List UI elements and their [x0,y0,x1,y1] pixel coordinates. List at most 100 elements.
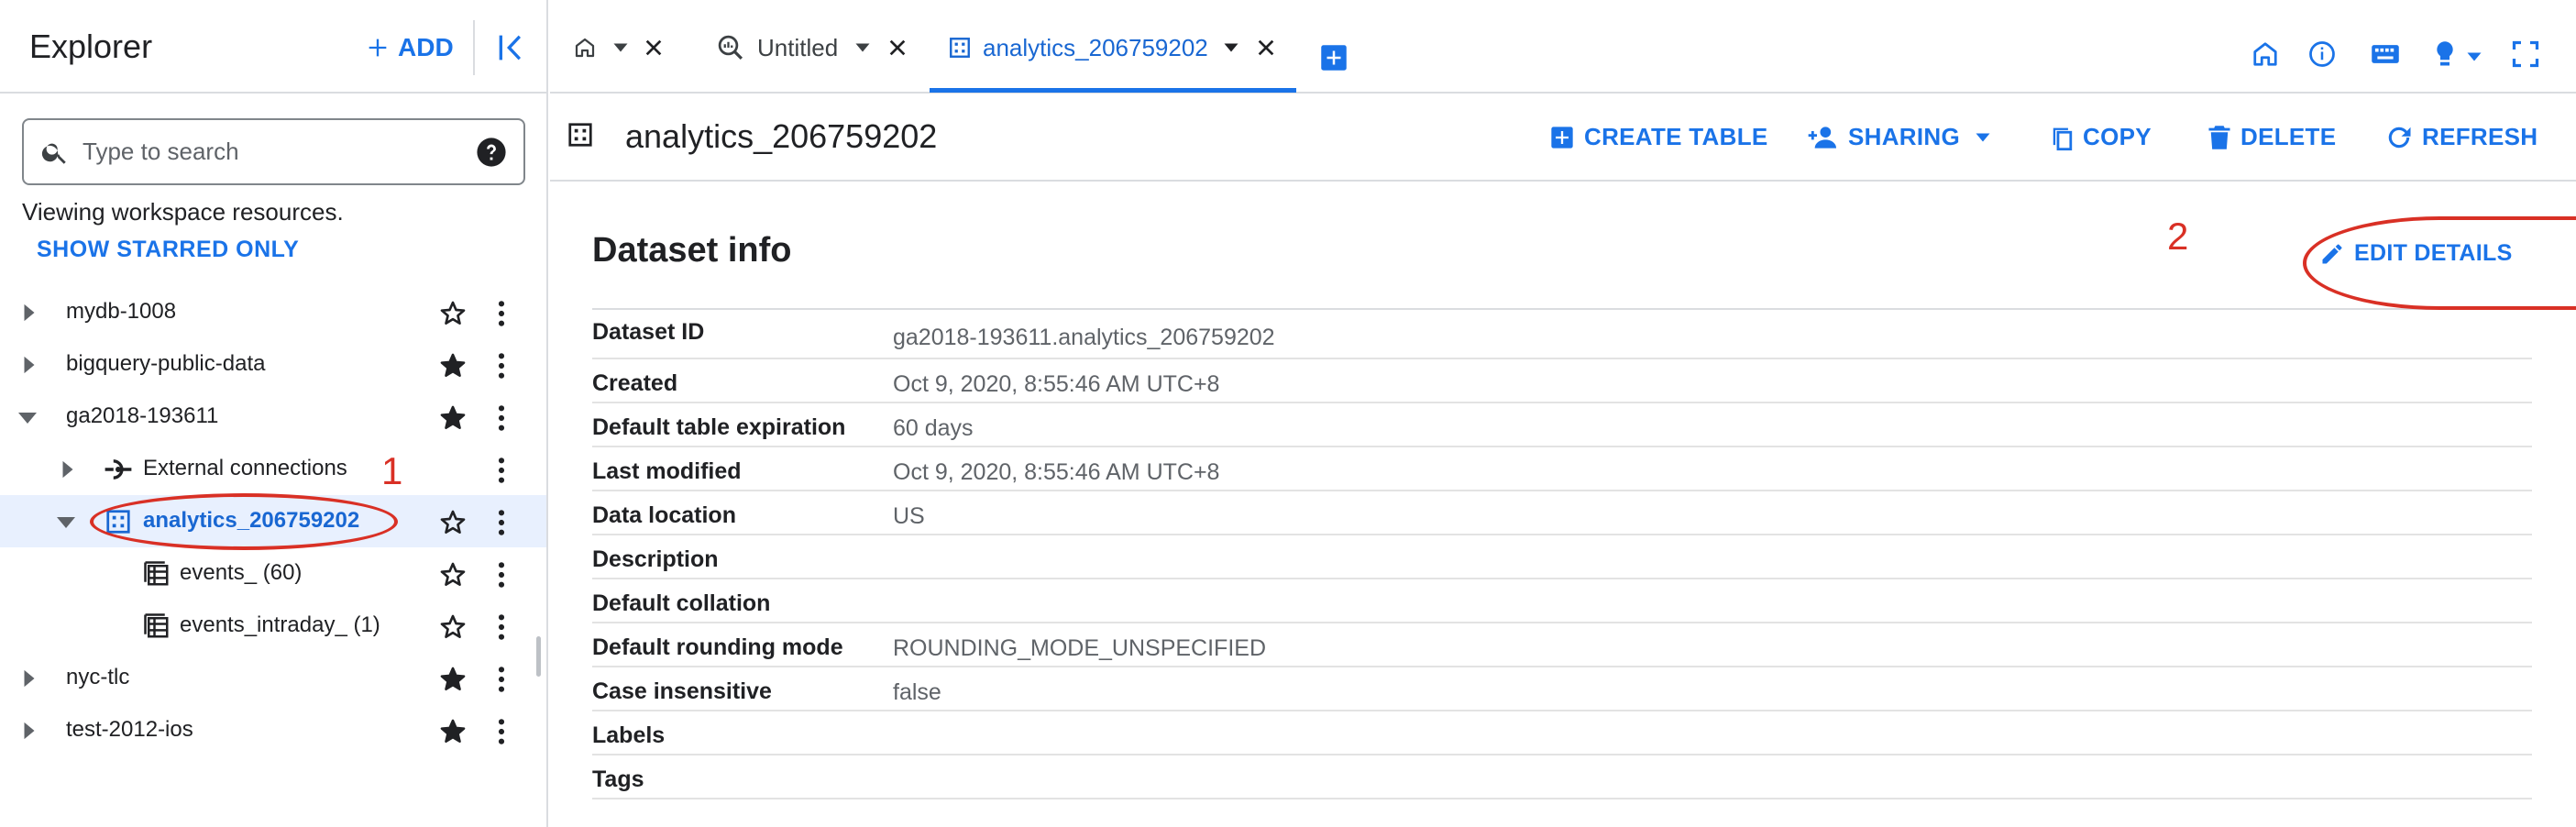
home-icon [575,38,595,58]
caret-down-icon[interactable] [55,515,77,530]
info-icon[interactable] [2308,40,2336,68]
info-row-case-insensitive: Case insensitive false [592,667,2532,711]
copy-button[interactable]: COPY [2050,123,2152,151]
resource-tree: mydb-1008 bigquery-public-data ga2018-19… [0,286,546,756]
dataset-name: analytics_206759202 [625,117,938,155]
connection-icon [105,459,132,480]
panel-scrollbar[interactable] [536,636,541,677]
tab-untitled-query[interactable]: Untitled [717,20,908,75]
explorer-header: Explorer ADD [0,0,548,94]
home-outline-icon[interactable] [2251,40,2279,68]
star-outline-icon[interactable] [438,612,468,642]
star-filled-icon[interactable] [438,665,468,694]
info-row-labels: Labels [592,711,2532,755]
delete-button[interactable]: DELETE [2207,123,2336,151]
tree-item-events-table[interactable]: events_ (60) [0,547,546,600]
tree-item-label: analytics_206759202 [143,508,360,533]
info-row-created: Created Oct 9, 2020, 8:55:46 AM UTC+8 [592,359,2532,403]
star-outline-icon[interactable] [438,299,468,328]
more-vert-icon[interactable] [493,612,510,642]
caret-right-icon[interactable] [20,303,39,323]
info-row-tags: Tags [592,755,2532,799]
chevron-down-icon[interactable] [1223,42,1239,53]
tab-home[interactable] [574,20,664,75]
more-vert-icon[interactable] [493,560,510,590]
search-box[interactable] [22,118,525,185]
refresh-label: REFRESH [2422,123,2538,150]
more-vert-icon[interactable] [493,717,510,746]
info-row-last-modified: Last modified Oct 9, 2020, 8:55:46 AM UTC… [592,447,2532,491]
viewing-resources-text: Viewing workspace resources. [22,198,344,226]
collapse-panel-button[interactable] [493,29,530,66]
show-starred-only-link[interactable]: SHOW STARRED ONLY [37,237,299,263]
info-value: false [893,679,941,705]
chevron-down-icon[interactable] [612,42,629,53]
tree-item-mydb-1008[interactable]: mydb-1008 [0,286,546,338]
info-key: Default collation [592,590,771,616]
tree-item-label: nyc-tlc [66,665,130,689]
header-divider [473,20,475,75]
caret-right-icon[interactable] [20,355,39,375]
caret-right-icon[interactable] [20,668,39,689]
create-table-button[interactable]: CREATE TABLE [1549,123,1768,151]
chevron-down-icon[interactable] [2466,51,2482,62]
edit-details-button[interactable]: EDIT DETAILS [2319,240,2513,267]
info-value: Oct 9, 2020, 8:55:46 AM UTC+8 [893,459,1220,485]
close-icon[interactable] [1256,38,1276,58]
keyboard-icon[interactable] [2371,40,2400,68]
star-outline-icon[interactable] [438,560,468,590]
tree-item-bigquery-public-data[interactable]: bigquery-public-data [0,338,546,391]
tree-item-ga2018-193611[interactable]: ga2018-193611 [0,391,546,443]
create-table-label: CREATE TABLE [1584,123,1768,150]
tree-item-label: events_ (60) [180,560,303,585]
star-filled-icon[interactable] [438,351,468,380]
info-key: Data location [592,502,736,528]
annotation-number-2: 2 [2167,215,2189,258]
more-vert-icon[interactable] [493,403,510,433]
new-tab-plus-icon[interactable] [1320,44,1348,72]
close-icon[interactable] [887,38,908,58]
chevron-down-icon[interactable] [854,42,871,53]
info-key: Last modified [592,458,742,484]
caret-down-icon[interactable] [17,411,39,425]
dataset-icon [568,123,592,147]
tree-item-test-2012-ios[interactable]: test-2012-ios [0,704,546,756]
tab-analytics-dataset[interactable]: analytics_206759202 [948,20,1276,75]
more-vert-icon[interactable] [493,299,510,328]
info-value: ga2018-193611.analytics_206759202 [893,325,1275,350]
info-key: Default rounding mode [592,634,843,660]
tree-item-analytics-dataset[interactable]: analytics_206759202 [0,495,546,547]
tree-item-events-intraday-table[interactable]: events_intraday_ (1) [0,600,546,652]
pencil-icon [2322,244,2342,263]
plus-icon [369,39,387,57]
bigquery-console: Explorer ADD Viewing workspace resources… [0,0,2576,827]
more-vert-icon[interactable] [493,351,510,380]
star-filled-icon[interactable] [438,717,468,746]
add-button[interactable]: ADD [365,29,454,66]
info-value: US [893,503,925,529]
dataset-icon [950,38,970,58]
caret-right-icon[interactable] [20,721,39,741]
lightbulb-icon[interactable] [2433,40,2457,68]
caret-right-icon[interactable] [59,459,77,480]
tree-item-label: events_intraday_ (1) [180,612,380,637]
star-outline-icon[interactable] [438,508,468,537]
refresh-button[interactable]: REFRESH [2385,123,2537,151]
sharing-button[interactable]: SHARING [1808,123,1991,151]
add-label: ADD [398,33,454,61]
delete-label: DELETE [2240,123,2337,150]
star-filled-icon[interactable] [438,403,468,433]
more-vert-icon[interactable] [493,665,510,694]
add-box-icon [1551,126,1573,149]
close-icon[interactable] [644,38,664,58]
more-vert-icon[interactable] [493,456,510,485]
fullscreen-icon[interactable] [2512,40,2539,68]
info-value: ROUNDING_MODE_UNSPECIFIED [893,635,1266,661]
more-vert-icon[interactable] [493,508,510,537]
help-icon[interactable] [476,137,507,168]
query-icon [718,35,743,61]
info-key: Description [592,546,719,572]
tree-item-nyc-tlc[interactable]: nyc-tlc [0,652,546,704]
tree-item-external-connections[interactable]: External connections [0,443,546,495]
search-input[interactable] [83,138,476,166]
